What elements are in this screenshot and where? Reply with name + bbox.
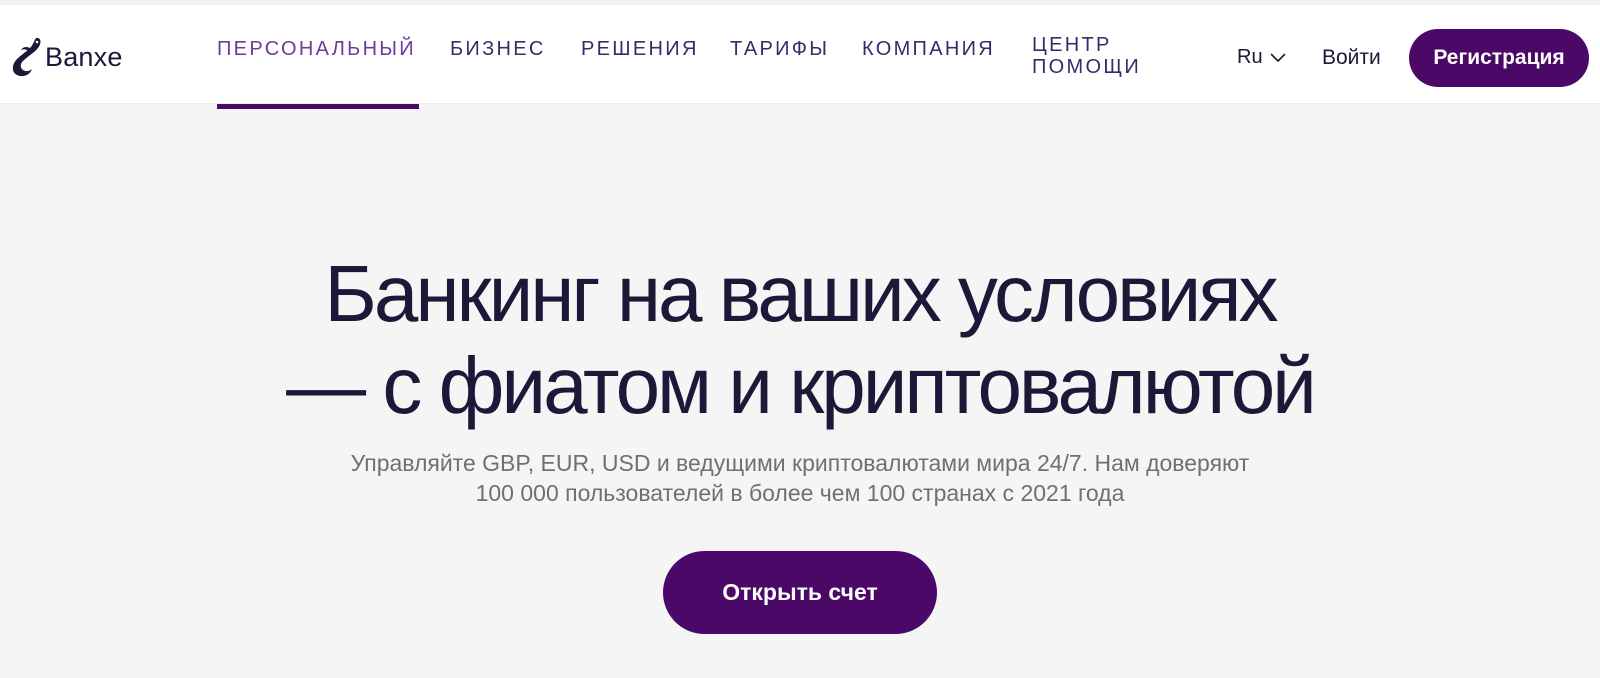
nav-help-line1: ЦЕНТР — [1032, 34, 1112, 56]
hero-title-line1: Банкинг на ваших условиях — [324, 249, 1278, 338]
site-header: Banxe ПЕРСОНАЛЬНЫЙ БИЗНЕС РЕШЕНИЯ ТАРИФЫ… — [0, 5, 1600, 104]
hero-subtitle: Управляйте GBP, EUR, USD и ведущими крип… — [0, 448, 1600, 508]
nav-item-business[interactable]: БИЗНЕС — [450, 39, 546, 59]
banxe-whale-logo-icon — [12, 37, 41, 77]
nav-item-help-center[interactable]: ЦЕНТР ПОМОЩИ — [1032, 34, 1141, 78]
language-selector[interactable]: Ru — [1237, 46, 1286, 69]
register-button[interactable]: Регистрация — [1409, 29, 1589, 87]
hero-title-line2: — с фиатом и криптовалютой — [286, 341, 1317, 430]
hero-subtitle-line1: Управляйте GBP, EUR, USD и ведущими крип… — [350, 450, 1250, 476]
nav-item-solutions[interactable]: РЕШЕНИЯ — [581, 39, 699, 59]
login-link[interactable]: Войти — [1322, 46, 1381, 70]
brand-name: Banxe — [45, 41, 123, 72]
hero-title: Банкинг на ваших условиях — с фиатом и к… — [0, 248, 1600, 432]
nav-active-underline — [217, 104, 419, 109]
chevron-down-icon — [1270, 53, 1285, 62]
nav-item-tariffs[interactable]: ТАРИФЫ — [730, 39, 829, 59]
nav-item-company[interactable]: КОМПАНИЯ — [862, 39, 995, 59]
hero-subtitle-line2: 100 000 пользователей в более чем 100 ст… — [475, 480, 1125, 506]
nav-help-line2: ПОМОЩИ — [1032, 56, 1142, 78]
open-account-button[interactable]: Открыть счет — [663, 551, 937, 634]
banxe-logo[interactable]: Banxe — [11, 35, 123, 79]
nav-item-personal[interactable]: ПЕРСОНАЛЬНЫЙ — [217, 39, 416, 59]
language-label: Ru — [1237, 46, 1263, 68]
